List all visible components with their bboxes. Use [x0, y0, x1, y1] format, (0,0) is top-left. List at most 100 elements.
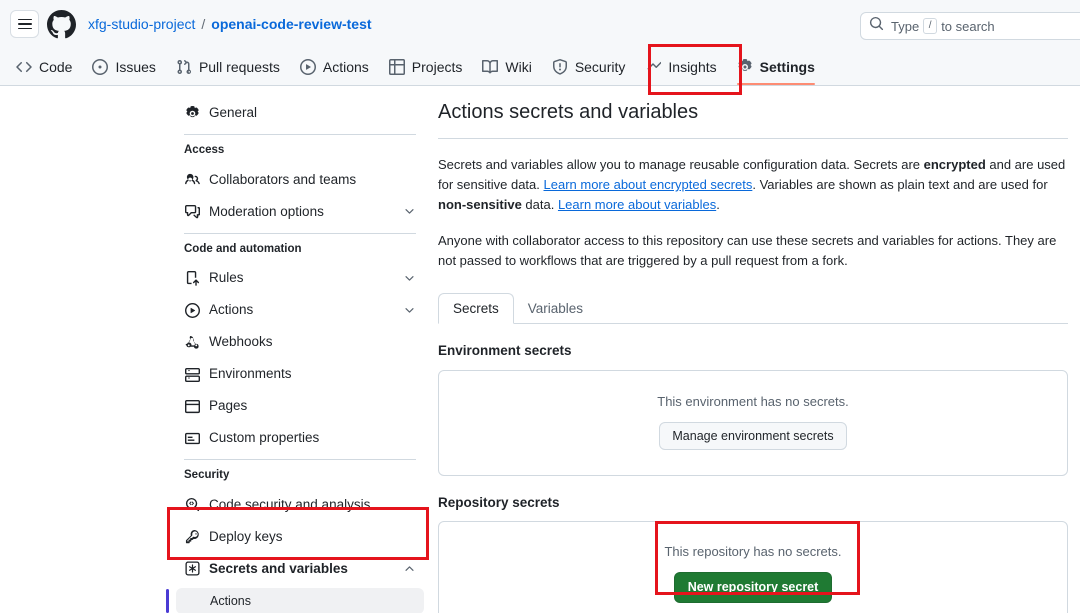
nav-item-security[interactable]: Security — [542, 49, 636, 85]
chevron-down-icon[interactable] — [402, 271, 416, 285]
book-icon — [482, 59, 498, 75]
graph-icon — [645, 59, 661, 75]
codescan-icon — [184, 497, 200, 513]
nav-item-security-label: Security — [575, 60, 626, 74]
nav-item-actions[interactable]: Actions — [290, 49, 379, 85]
environment-secrets-empty-message: This environment has no secrets. — [657, 395, 848, 408]
sidebar-item-deploy-keys[interactable]: Deploy keys — [176, 524, 424, 550]
browser-icon — [184, 398, 200, 414]
nav-item-pull-requests[interactable]: Pull requests — [166, 49, 290, 85]
sidebar-item-general[interactable]: General — [176, 100, 424, 126]
gear-icon — [737, 59, 753, 75]
environment-secrets-panel: This environment has no secrets. Manage … — [438, 370, 1068, 476]
sidebar-item-general-label: General — [209, 106, 416, 120]
search-shortcut-key: / — [923, 18, 937, 34]
nav-item-pull-requests-label: Pull requests — [199, 60, 280, 74]
nav-item-issues[interactable]: Issues — [82, 49, 165, 85]
sidebar-divider — [184, 233, 416, 234]
sidebar-item-moderation-options-label: Moderation options — [209, 205, 393, 219]
repository-secrets-heading: Repository secrets — [438, 496, 1068, 510]
nav-item-wiki-label: Wiki — [505, 60, 531, 74]
nav-item-issues-label: Issues — [115, 60, 155, 74]
search-placeholder: Type / to search — [891, 18, 995, 34]
intro-paragraph-1: Secrets and variables allow you to manag… — [438, 155, 1068, 215]
sidebar-group-code-automation-title: Code and automation — [176, 244, 424, 256]
play-icon — [300, 59, 316, 75]
key-asterisk-icon — [184, 561, 200, 577]
page-root: xfg-studio-project / openai-code-review-… — [0, 0, 1080, 613]
breadcrumb-repo[interactable]: openai-code-review-test — [211, 16, 371, 32]
search-icon — [869, 16, 884, 36]
table-icon — [389, 59, 405, 75]
intro-text-d: . Variables are shown as plain text and … — [752, 177, 1047, 192]
search-input[interactable]: Type / to search — [860, 12, 1080, 40]
chevron-up-icon[interactable] — [402, 562, 416, 576]
title-divider — [438, 138, 1068, 139]
sidebar-item-deploy-keys-label: Deploy keys — [209, 530, 416, 544]
settings-sidebar: General Access Collaborators and teams M… — [176, 86, 424, 613]
new-repository-secret-button[interactable]: New repository secret — [674, 572, 833, 602]
sidebar-divider — [184, 134, 416, 135]
nav-item-insights[interactable]: Insights — [635, 49, 726, 85]
nav-item-wiki[interactable]: Wiki — [472, 49, 541, 85]
chevron-down-icon[interactable] — [402, 303, 416, 317]
sidebar-item-moderation-options[interactable]: Moderation options — [176, 199, 424, 225]
tab-variables[interactable]: Variables — [514, 293, 597, 324]
intro-text-g: . — [716, 197, 720, 212]
key-icon — [184, 529, 200, 545]
nav-item-settings[interactable]: Settings — [727, 49, 825, 85]
hamburger-menu-icon[interactable] — [10, 10, 39, 38]
server-icon — [184, 366, 200, 382]
code-icon — [16, 59, 32, 75]
sidebar-item-custom-properties[interactable]: Custom properties — [176, 425, 424, 451]
sidebar-item-collaborators-and-teams[interactable]: Collaborators and teams — [176, 167, 424, 193]
play-icon — [184, 302, 200, 318]
sidebar-item-pages-label: Pages — [209, 399, 416, 413]
sidebar-group-security-title: Security — [176, 470, 424, 482]
nav-item-projects[interactable]: Projects — [379, 49, 473, 85]
sidebar-item-custom-properties-label: Custom properties — [209, 431, 416, 445]
breadcrumb-owner[interactable]: xfg-studio-project — [88, 16, 195, 32]
intro-text-a: Secrets and variables allow you to manag… — [438, 157, 924, 172]
tab-secrets[interactable]: Secrets — [438, 293, 514, 324]
webhook-icon — [184, 334, 200, 350]
sidebar-divider — [184, 459, 416, 460]
sidebar-item-secrets-and-variables[interactable]: Secrets and variables — [176, 556, 424, 582]
sidebar-subitem-actions-label: Actions — [210, 594, 251, 608]
sidebar-subitem-actions[interactable]: Actions — [176, 588, 424, 613]
tab-secrets-label: Secrets — [453, 301, 499, 316]
search-placeholder-pre: Type — [891, 19, 919, 34]
breadcrumb: xfg-studio-project / openai-code-review-… — [88, 16, 372, 32]
page-body: General Access Collaborators and teams M… — [0, 86, 1080, 613]
sidebar-item-secrets-and-variables-label: Secrets and variables — [209, 562, 393, 576]
nav-item-insights-label: Insights — [668, 60, 716, 74]
link-learn-more-variables[interactable]: Learn more about variables — [558, 197, 716, 212]
sidebar-item-webhooks-label: Webhooks — [209, 335, 416, 349]
link-learn-more-encrypted-secrets[interactable]: Learn more about encrypted secrets — [544, 177, 753, 192]
tab-variables-label: Variables — [528, 301, 583, 316]
sidebar-item-actions-label: Actions — [209, 303, 393, 317]
repository-secrets-empty-message: This repository has no secrets. — [664, 545, 841, 558]
sidebar-item-webhooks[interactable]: Webhooks — [176, 329, 424, 355]
nav-item-actions-label: Actions — [323, 60, 369, 74]
sidebar-item-environments[interactable]: Environments — [176, 361, 424, 387]
nav-item-code[interactable]: Code — [6, 49, 82, 85]
search-placeholder-post: to search — [941, 19, 994, 34]
note-icon — [184, 430, 200, 446]
issue-opened-icon — [92, 59, 108, 75]
intro-bold-encrypted: encrypted — [924, 157, 986, 172]
sidebar-item-code-security-and-analysis[interactable]: Code security and analysis — [176, 492, 424, 518]
app-header: xfg-studio-project / openai-code-review-… — [0, 0, 1080, 48]
chevron-down-icon[interactable] — [402, 205, 416, 219]
intro-bold-non-sensitive: non-sensitive — [438, 197, 522, 212]
github-logo-icon[interactable] — [47, 10, 76, 39]
manage-environment-secrets-button[interactable]: Manage environment secrets — [659, 422, 846, 450]
sidebar-item-rules[interactable]: Rules — [176, 265, 424, 291]
page-title: Actions secrets and variables — [438, 86, 1068, 122]
sidebar-item-rules-label: Rules — [209, 271, 393, 285]
sidebar-item-collaborators-and-teams-label: Collaborators and teams — [209, 173, 416, 187]
sidebar-item-actions[interactable]: Actions — [176, 297, 424, 323]
sidebar-item-pages[interactable]: Pages — [176, 393, 424, 419]
nav-item-code-label: Code — [39, 60, 72, 74]
main-content: Actions secrets and variables Secrets an… — [438, 86, 1068, 613]
